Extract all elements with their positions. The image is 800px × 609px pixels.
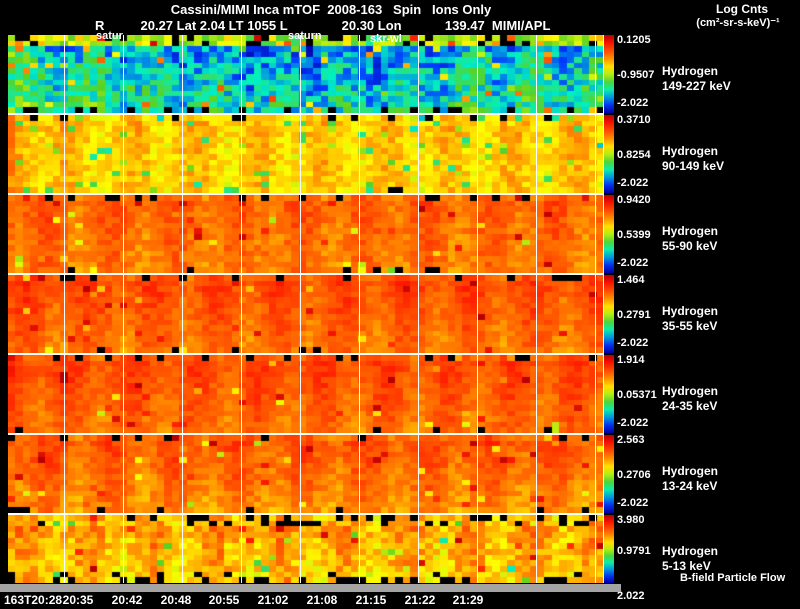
colorbar-mid-label: -0.9507 — [617, 69, 655, 81]
colorbar-min-label: -2.022 — [617, 177, 649, 189]
time-tick-label: 21:15 — [355, 593, 387, 607]
grid-line — [536, 35, 537, 583]
panel-energy-label: Hydrogen 90-149 keV — [662, 144, 725, 173]
spectrogram-panel — [8, 195, 604, 273]
colorbar-min-label: -2.022 — [617, 337, 649, 349]
panel-canvas — [8, 355, 604, 433]
panel-energy-label: Hydrogen 13-24 keV — [662, 464, 719, 493]
time-tick-label: 20:42 — [111, 593, 143, 607]
colorbar-min-label: 2.022 — [617, 590, 645, 602]
grid-line — [359, 35, 360, 583]
panel-colorbar — [604, 515, 614, 583]
grid-line — [418, 35, 419, 583]
panel-energy-label: Hydrogen 35-55 keV — [662, 304, 719, 333]
panel-energy-label: Hydrogen 55-90 keV — [662, 224, 719, 253]
colorbar-mid-label: 0.5399 — [617, 229, 651, 241]
colorbar-max-label: 0.9420 — [617, 194, 651, 206]
panel-energy-label: Hydrogen 149-227 keV — [662, 64, 731, 93]
colorbar-units-line1: Log Cnts — [716, 2, 768, 16]
panel-colorbar — [604, 355, 614, 433]
panel-canvas — [8, 195, 604, 273]
time-tick-label: 21:29 — [452, 593, 484, 607]
colorbar-max-label: 0.3710 — [617, 114, 651, 126]
time-tick-label: 163T20:28 — [4, 593, 63, 607]
colorbar-mid-label: 0.2706 — [617, 469, 651, 481]
colorbar-mid-label: 0.05371 — [617, 389, 657, 401]
grid-line — [595, 35, 596, 583]
panel-colorbar — [604, 435, 614, 513]
event-annotation: satur — [96, 30, 123, 42]
panel-canvas — [8, 275, 604, 353]
colorbar-max-label: 1.914 — [617, 354, 645, 366]
colorbar-max-label: 1.464 — [617, 274, 645, 286]
colorbar-min-label: -2.022 — [617, 417, 649, 429]
time-tick-label: 20:35 — [62, 593, 94, 607]
panel-canvas — [8, 435, 604, 513]
grid-line — [182, 35, 183, 583]
spectrogram-panel — [8, 275, 604, 353]
time-tick-label: 20:48 — [160, 593, 192, 607]
grid-line — [241, 35, 242, 583]
spectrogram-panel — [8, 355, 604, 433]
colorbar-mid-label: 0.9791 — [617, 545, 651, 557]
colorbar-max-label: 0.1205 — [617, 34, 651, 46]
grid-line — [477, 35, 478, 583]
panel-colorbar — [604, 35, 614, 113]
colorbar-min-label: -2.022 — [617, 97, 649, 109]
panel-colorbar — [604, 275, 614, 353]
time-tick-label: 20:55 — [208, 593, 240, 607]
time-tick-label: 21:08 — [306, 593, 338, 607]
grid-line — [123, 35, 124, 583]
panel-energy-label: Hydrogen 5-13 keV — [662, 544, 719, 573]
colorbar-max-label: 3.980 — [617, 514, 645, 526]
spectrogram-panel — [8, 515, 604, 583]
colorbar-min-label: -2.022 — [617, 497, 649, 509]
spectrogram-panel — [8, 115, 604, 193]
inca-spectrogram-screen: Cassini/MIMI Inca mTOF 2008-163 Spin Ion… — [0, 0, 800, 609]
bfield-flow-label: B-field Particle Flow — [680, 572, 786, 584]
colorbar-max-label: 2.563 — [617, 434, 645, 446]
ephemeris-line: R 20.27 Lat 2.04 LT 1055 L 20.30 Lon 139… — [95, 18, 551, 33]
event-annotation: skr-wl — [370, 33, 402, 45]
panel-canvas — [8, 35, 604, 113]
panel-colorbar — [604, 195, 614, 273]
colorbar-min-label: -2.022 — [617, 257, 649, 269]
plot-title: Cassini/MIMI Inca mTOF 2008-163 Spin Ion… — [170, 2, 492, 17]
grid-line — [300, 35, 301, 583]
spectrogram-plot — [8, 35, 604, 583]
grid-line — [603, 35, 604, 583]
colorbar-mid-label: 0.2791 — [617, 309, 651, 321]
panel-colorbar — [604, 115, 614, 193]
time-axis-bar — [0, 584, 621, 592]
colorbar-units-line2: (cm²-sr-s-keV)⁻¹ — [696, 17, 780, 29]
panel-canvas — [8, 515, 604, 583]
grid-line — [64, 35, 65, 583]
spectrogram-panel — [8, 35, 604, 113]
panel-canvas — [8, 115, 604, 193]
spectrogram-panel — [8, 435, 604, 513]
event-annotation: saturn — [288, 30, 322, 42]
time-tick-label: 21:22 — [404, 593, 436, 607]
colorbar-mid-label: 0.8254 — [617, 149, 651, 161]
time-tick-label: 21:02 — [257, 593, 289, 607]
panel-energy-label: Hydrogen 24-35 keV — [662, 384, 719, 413]
